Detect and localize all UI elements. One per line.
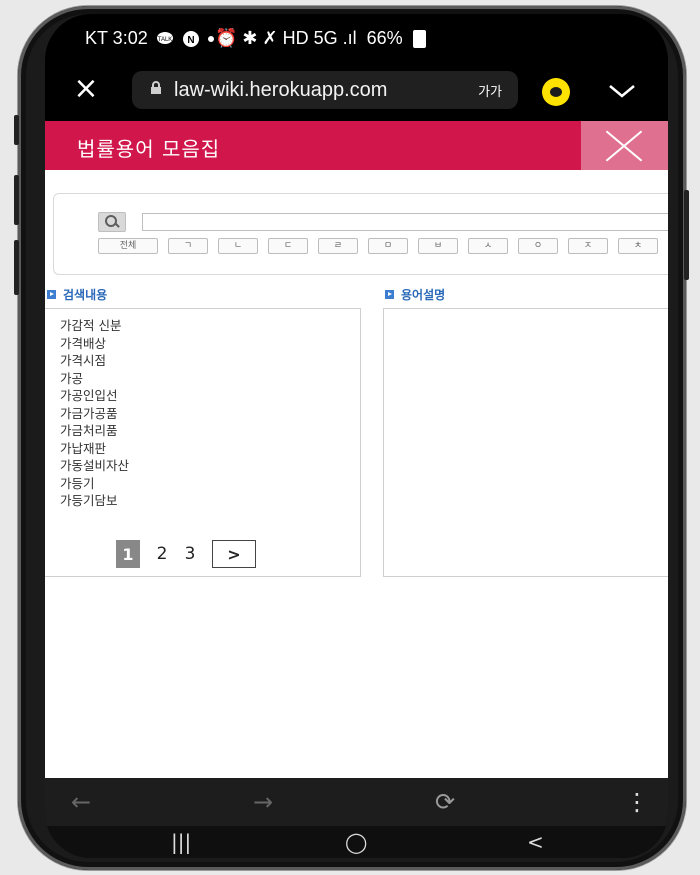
- filter-consonant-button[interactable]: ㅈ: [568, 238, 608, 254]
- list-item[interactable]: 가금가공품: [60, 405, 129, 423]
- page-link[interactable]: 2: [156, 544, 168, 564]
- system-nav-bar: ||| ◯ <: [45, 826, 668, 858]
- term-description-label: 용어설명: [385, 286, 445, 303]
- side-button-right: [684, 190, 689, 280]
- page-title: 법률용어 모음집: [77, 137, 221, 161]
- kakao-icon[interactable]: [542, 78, 570, 106]
- status-icons: ⏰ ✱ ✗ HD 5G .ıl: [215, 28, 357, 48]
- status-left: KT 3:02 TALK N: [85, 28, 214, 49]
- address-bar[interactable]: law-wiki.herokuapp.com 가가: [132, 71, 518, 109]
- bullet-icon: [385, 290, 394, 299]
- carrier-time: KT 3:02: [85, 28, 148, 48]
- consonant-filter: 전체 ㄱ ㄴ ㄷ ㄹ ㅁ ㅂ ㅅ ㅇ ㅈ ㅊ ㅋ: [98, 238, 668, 254]
- filter-consonant-button[interactable]: ㄷ: [268, 238, 308, 254]
- list-item[interactable]: 가격배상: [60, 335, 129, 353]
- list-item[interactable]: 가납재판: [60, 440, 129, 458]
- text-size-button[interactable]: 가가: [478, 81, 502, 100]
- site-header: 법률용어 모음집: [45, 121, 668, 170]
- filter-consonant-button[interactable]: ㅂ: [418, 238, 458, 254]
- filter-consonant-button[interactable]: ㅁ: [368, 238, 408, 254]
- web-content: 법률용어 모음집 전체 ㄱ ㄴ ㄷ ㄹ ㅁ ㅂ ㅅ ㅇ ㅈ ㅊ ㅋ: [45, 121, 668, 778]
- browser-toolbar: × law-wiki.herokuapp.com 가가: [45, 64, 668, 120]
- chevron-down-icon[interactable]: [608, 78, 636, 106]
- list-item[interactable]: 가공: [60, 370, 129, 388]
- back-icon[interactable]: <: [527, 830, 544, 854]
- header-close-button[interactable]: [581, 121, 668, 170]
- list-item[interactable]: 가격시점: [60, 352, 129, 370]
- url-text: law-wiki.herokuapp.com: [174, 78, 388, 101]
- filter-consonant-button[interactable]: ㄱ: [168, 238, 208, 254]
- search-icon[interactable]: [98, 212, 126, 232]
- filter-consonant-button[interactable]: ㄹ: [318, 238, 358, 254]
- list-item[interactable]: 가공인입선: [60, 387, 129, 405]
- term-description-heading: 용어설명: [401, 288, 446, 302]
- list-item[interactable]: 가동설비자산: [60, 457, 129, 475]
- page-link[interactable]: 3: [184, 544, 196, 564]
- power-button: [14, 115, 19, 145]
- status-bar: KT 3:02 TALK N ⏰ ✱ ✗ HD 5G .ıl 66%: [45, 14, 668, 62]
- svg-text:N: N: [187, 35, 194, 46]
- page-current[interactable]: 1: [116, 540, 140, 568]
- status-right: ⏰ ✱ ✗ HD 5G .ıl 66%: [215, 28, 426, 49]
- volume-button: [14, 175, 19, 225]
- menu-icon[interactable]: ⋮: [625, 788, 649, 816]
- dot-icon: [207, 35, 214, 42]
- reload-icon[interactable]: ⟳: [435, 788, 455, 816]
- battery-icon: [412, 29, 426, 48]
- bixby-button: [14, 240, 19, 295]
- filter-consonant-button[interactable]: ㅊ: [618, 238, 658, 254]
- forward-arrow-icon[interactable]: →: [253, 788, 273, 816]
- home-icon[interactable]: ◯: [345, 830, 367, 854]
- filter-all-button[interactable]: 전체: [98, 238, 158, 254]
- svg-text:TALK: TALK: [157, 37, 172, 43]
- recent-apps-icon[interactable]: |||: [171, 830, 191, 854]
- term-list: 가감적 신분 가격배상 가격시점 가공 가공인입선 가금가공품 가금처리품 가납…: [60, 317, 129, 510]
- search-results-heading: 검색내용: [63, 288, 108, 302]
- lock-icon: [150, 81, 162, 99]
- search-results-label: 검색내용: [47, 286, 107, 303]
- page-next-button[interactable]: >: [212, 540, 256, 568]
- naver-icon: N: [182, 30, 200, 48]
- search-results-panel: 가감적 신분 가격배상 가격시점 가공 가공인입선 가금가공품 가금처리품 가납…: [45, 308, 361, 577]
- back-arrow-icon[interactable]: ←: [71, 788, 91, 816]
- list-item[interactable]: 가감적 신분: [60, 317, 129, 335]
- browser-bottom-bar: ← → ⟳ ⋮: [45, 778, 668, 826]
- filter-consonant-button[interactable]: ㄴ: [218, 238, 258, 254]
- pagination: 1 2 3 >: [116, 540, 256, 568]
- list-item[interactable]: 가등기담보: [60, 492, 129, 510]
- close-tab-icon[interactable]: ×: [71, 74, 101, 104]
- search-box: 전체 ㄱ ㄴ ㄷ ㄹ ㅁ ㅂ ㅅ ㅇ ㅈ ㅊ ㅋ: [53, 193, 668, 275]
- list-item[interactable]: 가금처리품: [60, 422, 129, 440]
- chat-icon: TALK: [156, 30, 174, 48]
- filter-consonant-button[interactable]: ㅅ: [468, 238, 508, 254]
- filter-consonant-button[interactable]: ㅇ: [518, 238, 558, 254]
- list-item[interactable]: 가등기: [60, 475, 129, 493]
- bullet-icon: [47, 290, 56, 299]
- search-input[interactable]: [142, 213, 668, 231]
- phone-screen: KT 3:02 TALK N ⏰ ✱ ✗ HD 5G .ıl 66% × law…: [45, 14, 668, 858]
- battery-label: 66%: [366, 28, 403, 48]
- term-description-panel: [383, 308, 668, 577]
